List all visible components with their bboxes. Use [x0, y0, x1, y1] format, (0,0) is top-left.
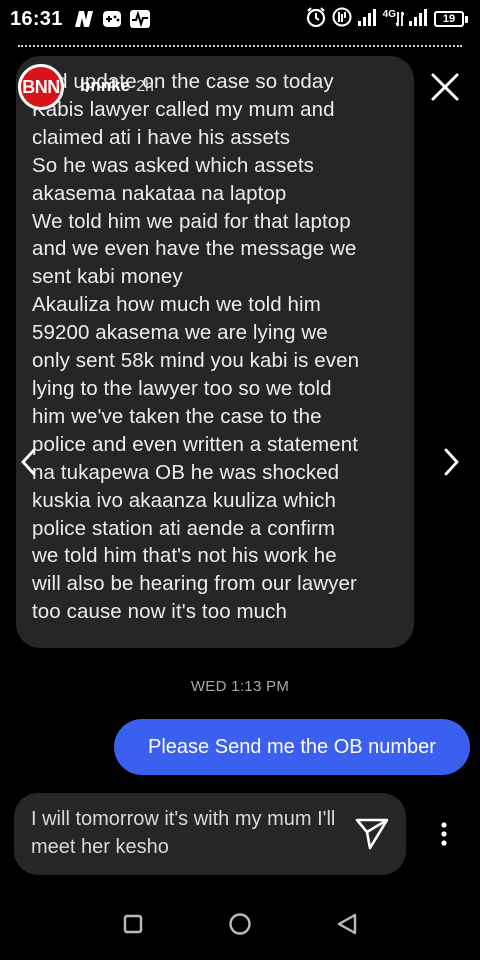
message-line: We told him we paid for that laptop: [32, 209, 351, 233]
home-button[interactable]: [220, 904, 260, 944]
network-label: 4G: [382, 9, 396, 20]
chevron-left-icon: [21, 448, 36, 476]
message-input-text: I will tomorrow it's with my mum I'll mee…: [31, 805, 346, 861]
activity-icon: [129, 9, 151, 29]
status-time: 16:31: [10, 7, 63, 30]
message-line: will also be hearing from our lawyer: [32, 572, 357, 596]
chevron-right-icon: [444, 448, 459, 476]
message-line: too cause now it's too much: [32, 600, 288, 624]
incoming-message-text: Fed update on the case so today Kabis law…: [32, 68, 398, 626]
message-line: police station ati aende a confirm: [32, 516, 336, 540]
close-button[interactable]: [424, 66, 466, 108]
message-line: meet her kesho: [31, 836, 169, 858]
message-line: na tukapewa OB he was shocked: [32, 460, 340, 484]
message-line: lying to the lawyer too so we told: [32, 376, 332, 400]
next-story-button[interactable]: [438, 442, 466, 482]
story-age: 2h: [136, 78, 154, 95]
message-line: I will tomorrow it's with my mum I'll: [31, 808, 336, 830]
message-line: So he was asked which assets: [32, 153, 314, 177]
recents-button[interactable]: [113, 904, 153, 944]
notification-icons: [73, 9, 151, 29]
system-navigation-bar: [0, 900, 480, 948]
previous-story-button[interactable]: [14, 442, 42, 482]
message-line: Kabis lawyer called my mum and: [32, 97, 335, 121]
send-icon: [355, 818, 389, 850]
battery-icon: 19: [434, 11, 468, 27]
incoming-message-bubble[interactable]: Fed update on the case so today Kabis law…: [16, 56, 414, 648]
status-bar: 16:31 4G 19: [0, 0, 480, 38]
n-logo-icon: [73, 9, 95, 29]
avatar-logo-text: BNN: [22, 76, 60, 97]
message-line: kuskia ivo akaanza kuuliza which: [32, 488, 337, 512]
message-timestamp: WED 1:13 PM: [190, 678, 290, 695]
more-vertical-icon: [441, 822, 447, 846]
recents-icon: [124, 914, 143, 934]
back-icon: [337, 913, 356, 935]
close-icon: [431, 73, 459, 101]
send-button[interactable]: [352, 813, 392, 853]
gamepad-icon: [101, 9, 123, 29]
data-saver-icon: [331, 6, 353, 33]
outgoing-message-bubble[interactable]: Please Send me the OB number: [114, 719, 470, 775]
message-input[interactable]: I will tomorrow it's with my mum I'll mee…: [14, 793, 406, 875]
story-header[interactable]: bnnke 2h: [80, 76, 154, 96]
message-line: 59200 akasema we are lying we: [32, 321, 328, 345]
more-options-button[interactable]: [430, 818, 458, 850]
message-line: him we've taken the case to the: [32, 404, 322, 428]
message-line: and we even have the message we: [32, 237, 357, 261]
signal-icon: [357, 7, 379, 32]
battery-fill: [437, 14, 442, 24]
home-icon: [229, 913, 251, 935]
message-line: we told him that's not his work he: [32, 544, 337, 568]
system-status-icons: 4G 19: [305, 6, 468, 33]
battery-level: 19: [442, 13, 456, 25]
signal-icon: [408, 7, 430, 32]
message-line: Akauliza how much we told him: [32, 293, 321, 317]
story-avatar[interactable]: BNN: [18, 64, 64, 110]
story-username: bnnke: [80, 76, 131, 95]
alarm-icon: [305, 6, 327, 33]
story-progress-bar: [18, 45, 462, 47]
message-line: police and even written a statement: [32, 432, 358, 456]
message-line: sent kabi money: [32, 265, 183, 289]
message-line: akasema nakataa na laptop: [32, 181, 287, 205]
back-button[interactable]: [327, 904, 367, 944]
outgoing-message-text: Please Send me the OB number: [148, 735, 436, 758]
message-line: claimed ati i have his assets: [32, 125, 291, 149]
message-line: only sent 58k mind you kabi is even: [32, 349, 360, 373]
volte-4g-icon: 4G: [383, 10, 404, 28]
